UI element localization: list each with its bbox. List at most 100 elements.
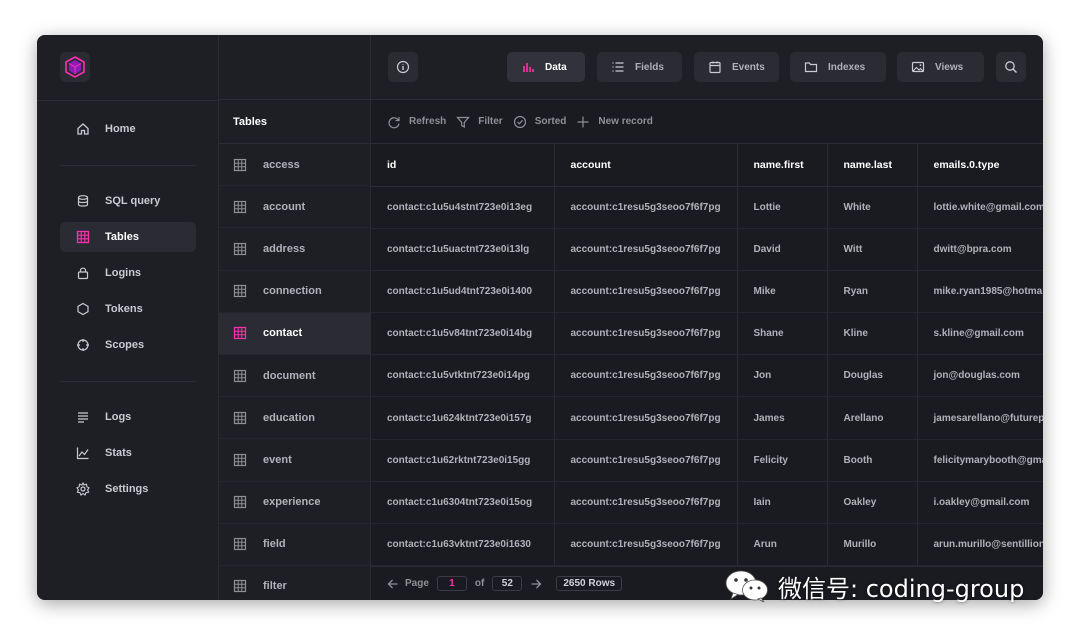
cell-account[interactable]: account:c1resu5g3seoo7f6f7pg: [554, 186, 738, 229]
cell-name-last[interactable]: Ryan: [827, 270, 918, 314]
cell-name-first[interactable]: Jon: [737, 354, 828, 398]
next-page-button[interactable]: [530, 578, 542, 590]
cell-id[interactable]: contact:c1u624ktnt723e0i157g: [371, 396, 555, 440]
column-header-name-first[interactable]: name.first: [737, 144, 828, 187]
nav-logins[interactable]: Logins: [60, 258, 196, 288]
tab-fields[interactable]: Fields: [597, 52, 682, 82]
nav-stats[interactable]: Stats: [60, 438, 196, 468]
column-header-account[interactable]: account: [554, 144, 738, 187]
cell-id[interactable]: contact:c1u62rktnt723e0i15gg: [371, 439, 555, 482]
column-header-emails-type[interactable]: emails.0.type: [917, 144, 1043, 187]
table-item-contact[interactable]: contact: [219, 312, 370, 355]
table-grid-icon: [233, 411, 247, 424]
table-row[interactable]: contact:c1u624ktnt723e0i157g account:c1r…: [371, 396, 1043, 440]
table-row[interactable]: contact:c1u5ud4tnt723e0i1400 account:c1r…: [371, 270, 1043, 314]
cell-name-first[interactable]: Felicity: [737, 439, 828, 482]
cell-name-last[interactable]: Arellano: [827, 396, 918, 440]
cell-name-last[interactable]: Witt: [827, 228, 918, 271]
table-item-label: connection: [263, 285, 322, 298]
search-button[interactable]: [996, 52, 1026, 82]
cell-name-last[interactable]: Douglas: [827, 354, 918, 398]
cell-name-first[interactable]: Shane: [737, 312, 828, 356]
cell-email[interactable]: i.oakley@gmail.com: [917, 481, 1043, 525]
table-item-filter[interactable]: filter: [219, 566, 370, 600]
cell-name-first[interactable]: David: [737, 228, 828, 271]
cell-email[interactable]: dwitt@bpra.com: [917, 228, 1043, 271]
sorted-button[interactable]: Sorted: [513, 115, 566, 129]
table-row[interactable]: contact:c1u62rktnt723e0i15gg account:c1r…: [371, 439, 1043, 482]
column-header-id[interactable]: id: [371, 144, 555, 187]
table-item-event[interactable]: event: [219, 439, 370, 482]
tab-views[interactable]: Views: [897, 52, 984, 82]
table-row[interactable]: contact:c1u5uactnt723e0i13lg account:c1r…: [371, 228, 1043, 271]
page-number-input[interactable]: 1: [436, 576, 467, 591]
table-row[interactable]: contact:c1u5vtktnt723e0i14pg account:c1r…: [371, 354, 1043, 398]
cell-name-first[interactable]: Lottie: [737, 186, 828, 229]
nav-tables[interactable]: Tables: [60, 222, 196, 252]
cell-name-first[interactable]: Iain: [737, 481, 828, 525]
table-item-field[interactable]: field: [219, 524, 370, 566]
nav-settings[interactable]: Settings: [60, 474, 196, 504]
cell-email[interactable]: arun.murillo@sentillion.com: [917, 523, 1043, 566]
tab-views-label: Views: [935, 61, 964, 73]
cell-id[interactable]: contact:c1u5u4stnt723e0i13eg: [371, 186, 555, 229]
search-icon: [1003, 59, 1019, 75]
cell-email[interactable]: jon@douglas.com: [917, 354, 1043, 398]
tab-data[interactable]: Data: [507, 52, 585, 82]
cell-account[interactable]: account:c1resu5g3seoo7f6f7pg: [554, 312, 738, 356]
cell-id[interactable]: contact:c1u63vktnt723e0i1630: [371, 523, 555, 566]
cell-email[interactable]: s.kline@gmail.com: [917, 312, 1043, 356]
cell-email[interactable]: lottie.white@gmail.com: [917, 186, 1043, 229]
tab-events[interactable]: Events: [694, 52, 779, 82]
table-item-connection[interactable]: connection: [219, 271, 370, 313]
cell-id[interactable]: contact:c1u5ud4tnt723e0i1400: [371, 270, 555, 314]
cell-email[interactable]: jamesarellano@futureplc.com: [917, 396, 1043, 440]
cell-account[interactable]: account:c1resu5g3seoo7f6f7pg: [554, 354, 738, 398]
cell-account[interactable]: account:c1resu5g3seoo7f6f7pg: [554, 396, 738, 440]
cell-name-last[interactable]: White: [827, 186, 918, 229]
cell-id[interactable]: contact:c1u5uactnt723e0i13lg: [371, 228, 555, 271]
table-item-document[interactable]: document: [219, 355, 370, 398]
cell-name-first[interactable]: Mike: [737, 270, 828, 314]
tab-indexes[interactable]: Indexes: [790, 52, 886, 82]
cell-name-first[interactable]: Arun: [737, 523, 828, 566]
cell-account[interactable]: account:c1resu5g3seoo7f6f7pg: [554, 439, 738, 482]
nav-logs[interactable]: Logs: [60, 402, 196, 432]
cell-email[interactable]: mike.ryan1985@hotmail.com: [917, 270, 1043, 314]
nav-home[interactable]: Home: [60, 114, 196, 144]
nav-scopes[interactable]: Scopes: [60, 330, 196, 360]
cell-id[interactable]: contact:c1u6304tnt723e0i15og: [371, 481, 555, 525]
cell-name-first[interactable]: James: [737, 396, 828, 440]
cell-account[interactable]: account:c1resu5g3seoo7f6f7pg: [554, 270, 738, 314]
table-row[interactable]: contact:c1u5v84tnt723e0i14bg account:c1r…: [371, 312, 1043, 356]
cell-id[interactable]: contact:c1u5v84tnt723e0i14bg: [371, 312, 555, 356]
table-item-address[interactable]: address: [219, 228, 370, 271]
table-row[interactable]: contact:c1u5u4stnt723e0i13eg account:c1r…: [371, 186, 1043, 229]
column-header-name-last[interactable]: name.last: [827, 144, 918, 187]
cell-name-last[interactable]: Murillo: [827, 523, 918, 566]
new-record-button[interactable]: New record: [576, 115, 653, 129]
table-item-education[interactable]: education: [219, 397, 370, 440]
app-logo[interactable]: [60, 52, 90, 82]
cell-account[interactable]: account:c1resu5g3seoo7f6f7pg: [554, 523, 738, 566]
filter-button[interactable]: Filter: [456, 115, 503, 129]
cell-id[interactable]: contact:c1u5vtktnt723e0i14pg: [371, 354, 555, 398]
cell-name-last[interactable]: Booth: [827, 439, 918, 482]
cell-name-last[interactable]: Kline: [827, 312, 918, 356]
cell-email[interactable]: felicitymarybooth@gmail.com: [917, 439, 1043, 482]
table-item-access[interactable]: access: [219, 144, 370, 187]
prev-page-button[interactable]: [387, 578, 399, 590]
table-item-experience[interactable]: experience: [219, 482, 370, 524]
table-row[interactable]: contact:c1u63vktnt723e0i1630 account:c1r…: [371, 523, 1043, 566]
table-grid-icon: [233, 580, 247, 593]
table-row[interactable]: contact:c1u6304tnt723e0i15og account:c1r…: [371, 481, 1043, 525]
refresh-button[interactable]: Refresh: [387, 115, 446, 129]
info-button[interactable]: [388, 52, 418, 82]
cell-name-last[interactable]: Oakley: [827, 481, 918, 525]
nav-tokens[interactable]: Tokens: [60, 294, 196, 324]
nav-sql-query[interactable]: SQL query: [60, 186, 196, 216]
cell-account[interactable]: account:c1resu5g3seoo7f6f7pg: [554, 481, 738, 525]
cell-account[interactable]: account:c1resu5g3seoo7f6f7pg: [554, 228, 738, 271]
nav-divider: [60, 165, 196, 166]
table-item-account[interactable]: account: [219, 186, 370, 229]
